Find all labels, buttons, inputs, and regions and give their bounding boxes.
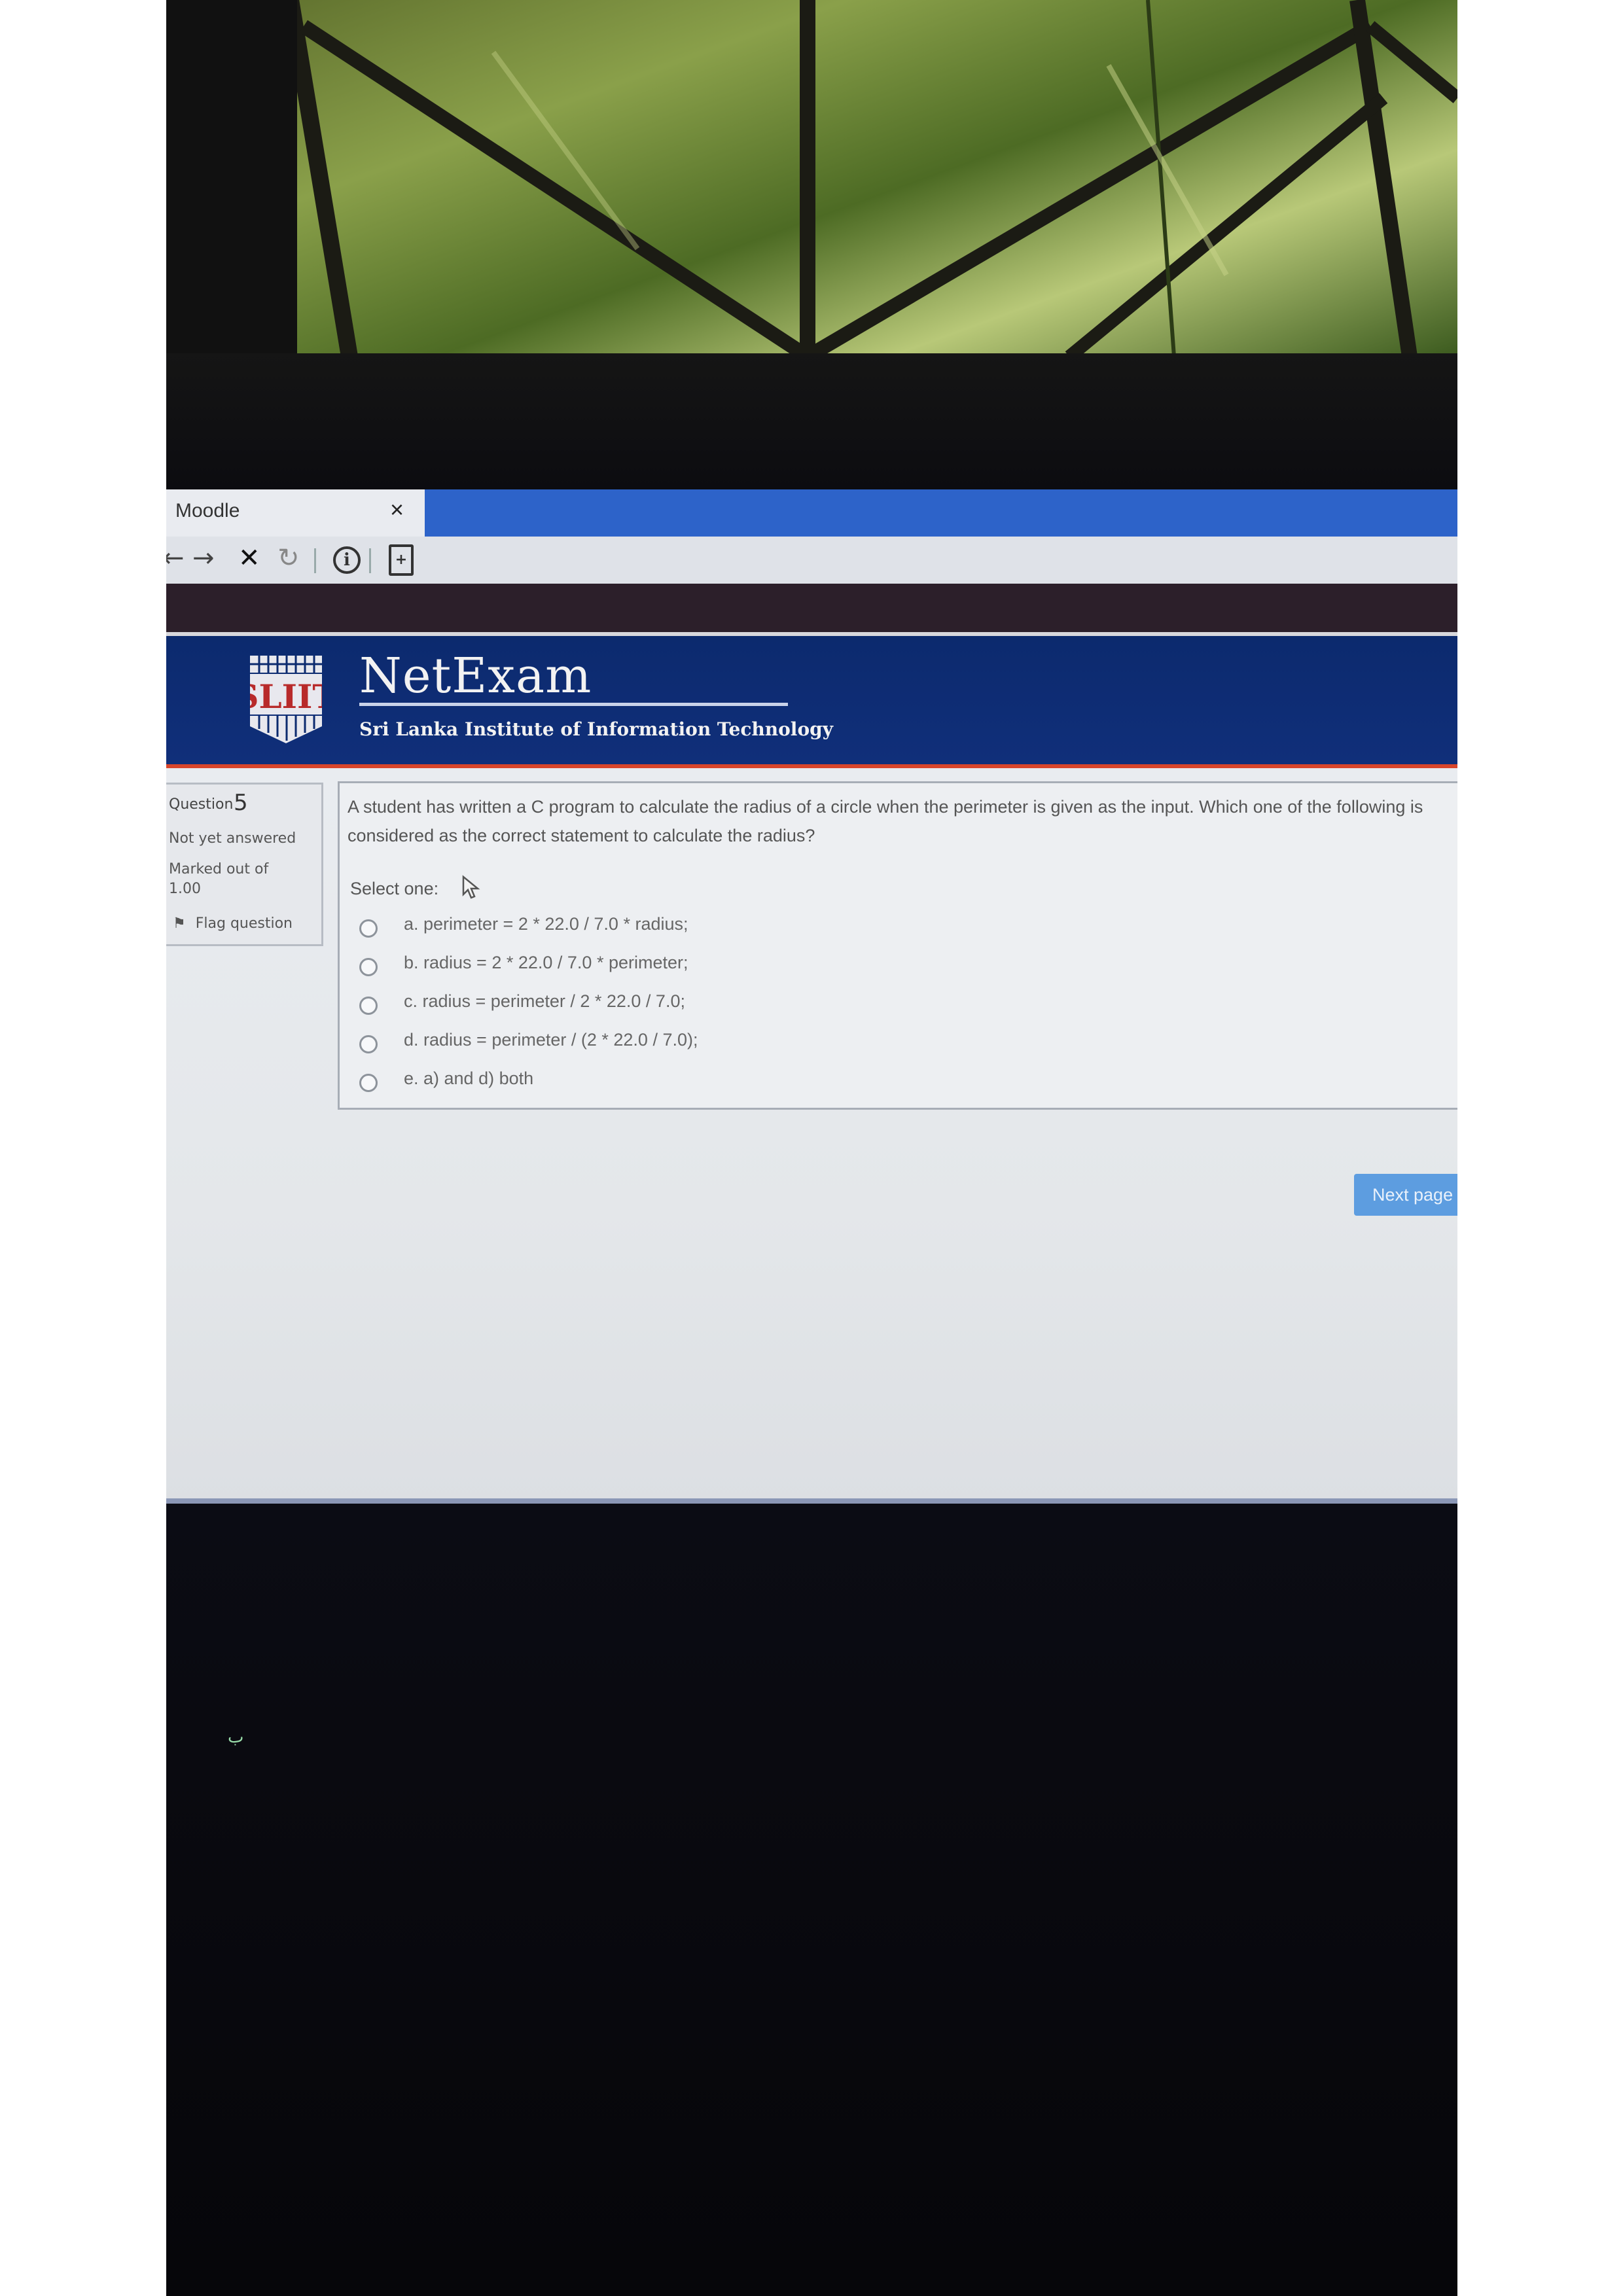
- radio-button[interactable]: [359, 1074, 378, 1092]
- forward-icon[interactable]: →: [192, 543, 215, 573]
- radio-button[interactable]: [359, 958, 378, 976]
- mouse-cursor-icon: [462, 875, 480, 899]
- page-icon[interactable]: +: [389, 544, 414, 576]
- question-label: Question: [169, 796, 234, 813]
- browser-tab[interactable]: Moodle ×: [166, 489, 425, 537]
- nav-separator: [369, 548, 371, 573]
- answer-option-label: c. radius = perimeter / 2 * 22.0 / 7.0;: [404, 991, 685, 1011]
- tab-close-button[interactable]: ×: [390, 496, 404, 523]
- laptop-bezel: ب: [166, 1504, 1457, 2296]
- back-icon[interactable]: ←: [166, 543, 185, 573]
- next-page-button[interactable]: Next page: [1354, 1174, 1457, 1216]
- answer-option-label: d. radius = perimeter / (2 * 22.0 / 7.0)…: [404, 1030, 698, 1050]
- logo-text: SLIIT: [250, 677, 322, 716]
- info-icon[interactable]: i: [333, 546, 361, 574]
- window-grill: [166, 0, 1457, 357]
- browser-tabstrip: Moodle ×: [166, 489, 1457, 537]
- flag-icon: ⚑: [173, 915, 186, 932]
- bezel-mark-icon: ب: [228, 1727, 244, 1747]
- radio-button[interactable]: [359, 997, 378, 1015]
- site-header: SLIIT NetExam Sri Lanka Institute of Inf…: [166, 636, 1457, 768]
- answer-option[interactable]: a. perimeter = 2 * 22.0 / 7.0 * radius;: [359, 914, 1145, 944]
- flag-question-label: Flag question: [195, 915, 293, 932]
- window-scene: [166, 0, 1457, 357]
- answer-option[interactable]: c. radius = perimeter / 2 * 22.0 / 7.0;: [359, 991, 1145, 1021]
- browser-navbar: ← → ✕ ↻ i +: [166, 537, 1457, 584]
- question-info-panel: Question 5 Not yet answered Marked out o…: [166, 783, 323, 946]
- quiz-content: Question 5 Not yet answered Marked out o…: [166, 768, 1457, 1504]
- select-one-label: Select one:: [350, 879, 439, 898]
- browser-toolbar-dark: [166, 584, 1457, 632]
- radio-button[interactable]: [359, 1035, 378, 1053]
- answer-option[interactable]: d. radius = perimeter / (2 * 22.0 / 7.0)…: [359, 1030, 1145, 1060]
- stop-icon[interactable]: ✕: [238, 543, 260, 573]
- brand-underline: [359, 703, 788, 706]
- site-brand[interactable]: NetExam: [359, 648, 592, 704]
- sliit-logo[interactable]: SLIIT: [250, 656, 322, 743]
- question-text: A student has written a C program to cal…: [348, 797, 1423, 845]
- question-number: 5: [234, 790, 248, 816]
- question-state: Not yet answered: [169, 830, 296, 847]
- site-subtitle: Sri Lanka Institute of Information Techn…: [359, 718, 833, 740]
- answer-option-label: a. perimeter = 2 * 22.0 / 7.0 * radius;: [404, 914, 688, 934]
- radio-button[interactable]: [359, 919, 378, 938]
- flag-question-link[interactable]: ⚑ Flag question: [173, 915, 293, 932]
- nav-separator: [314, 548, 316, 573]
- answer-option-label: e. a) and d) both: [404, 1069, 534, 1088]
- tab-title: Moodle: [175, 500, 240, 521]
- question-marks: Marked out of 1.00: [169, 861, 269, 897]
- answer-option-label: b. radius = 2 * 22.0 / 7.0 * perimeter;: [404, 953, 688, 972]
- wall: [166, 353, 1457, 491]
- photo-frame: Moodle × ← → ✕ ↻ i + SLIIT: [166, 0, 1457, 2296]
- question-box: A student has written a C program to cal…: [338, 781, 1457, 1110]
- answer-option[interactable]: b. radius = 2 * 22.0 / 7.0 * perimeter;: [359, 953, 1145, 983]
- answer-option[interactable]: e. a) and d) both: [359, 1069, 1145, 1099]
- reload-icon[interactable]: ↻: [277, 543, 300, 573]
